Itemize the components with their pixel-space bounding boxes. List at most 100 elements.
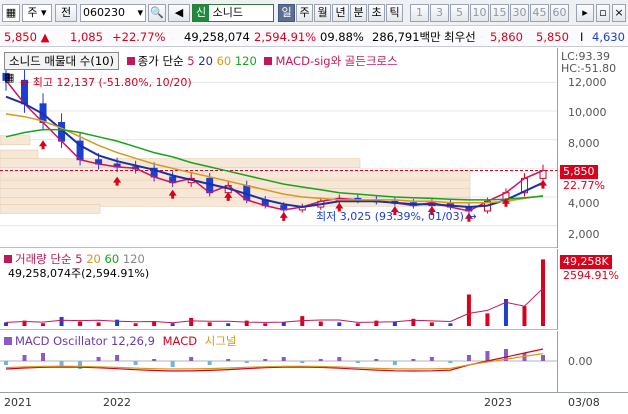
- vol-ma120-label: 120: [122, 252, 145, 266]
- period-button-0[interactable]: 일: [278, 4, 295, 22]
- volume-percent: 2,594.91%: [254, 30, 317, 44]
- macd-osc-bar: [485, 351, 490, 361]
- volume-readout: 49,258,074주(2,594.91%): [8, 267, 150, 280]
- macd-osc-bar: [207, 361, 212, 365]
- minute-button-1[interactable]: 1: [410, 4, 429, 22]
- macd-osc-bar: [300, 361, 305, 363]
- minute-button-3[interactable]: 3: [430, 4, 449, 22]
- buy-signal-marker: [539, 179, 547, 189]
- period-button-2[interactable]: 월: [314, 4, 331, 22]
- volume-bar: [522, 306, 527, 326]
- volume-bar: [170, 323, 175, 326]
- speaker-icon[interactable]: ◀: [168, 4, 190, 22]
- x-label-date: 03/08: [568, 396, 600, 409]
- macd-osc-bar: [189, 357, 194, 361]
- y-tick-10000: 10,000: [568, 106, 607, 119]
- macd-panel[interactable]: MACD Oscillator 12,26,9 MACD 시그널: [0, 331, 557, 392]
- vol-ma5-label: 5: [75, 252, 83, 266]
- trading-amount: 286,791백만: [372, 30, 441, 44]
- macd-osc-bar: [318, 359, 323, 361]
- volume-panel[interactable]: 거래량 단순 5 20 60 120 49,258,074주(2,594.91%…: [0, 249, 557, 330]
- search-icon[interactable]: 🔍: [148, 4, 166, 22]
- ma60-label: 60: [216, 54, 232, 68]
- macd-osc-bar: [466, 355, 471, 361]
- best-quote-label: 최우선: [444, 30, 476, 44]
- buy-signal-marker: [279, 211, 288, 221]
- macd-osc-bar: [281, 357, 286, 361]
- volume-bar: [96, 322, 101, 326]
- minute-button-15[interactable]: 15: [490, 4, 509, 22]
- macd-osc-bar: [41, 353, 46, 361]
- volume-axis: 49,258K 2594.91%: [557, 249, 628, 330]
- period-button-5[interactable]: 초: [368, 4, 385, 22]
- hc-label: HC:-51.80: [561, 62, 617, 75]
- x-label-2021: 2021: [4, 396, 32, 409]
- macd-zero-tick: 0.00: [568, 355, 593, 368]
- y-tick-12000: 12,000: [568, 76, 607, 89]
- volume-profile-bar: [0, 149, 39, 160]
- menu-icon[interactable]: ▸: [576, 4, 594, 22]
- minute-button-45[interactable]: 45: [530, 4, 549, 22]
- macd-axis: 0.00: [557, 331, 628, 392]
- period-button-1[interactable]: 주: [296, 4, 313, 22]
- turnover-percent: 09.88%: [320, 30, 364, 44]
- macd-osc-bar: [392, 361, 397, 365]
- high-annotation-text: 최고 12,137 (-51.80%, 10/20): [32, 76, 192, 89]
- period-button-3[interactable]: 년: [332, 4, 349, 22]
- volume-bar: [207, 322, 212, 326]
- new-badge: 신: [193, 5, 210, 21]
- period-button-6[interactable]: 틱: [386, 4, 403, 22]
- macd-osc-bar: [244, 361, 249, 363]
- calendar-icon[interactable]: ▦: [4, 71, 14, 84]
- vol-ma20-label: 20: [86, 252, 101, 266]
- toolbar: ▦ 주 ▾ 전 060230 ▾ 🔍 ◀ 신 소니드 일주월년분초틱 1 3 5 10 1…: [0, 0, 628, 26]
- current-price: 5,850 ▲: [4, 29, 49, 45]
- volume-bar: [355, 323, 360, 326]
- stock-name-field[interactable]: 신 소니드: [192, 4, 274, 22]
- minute-button-60[interactable]: 60: [550, 4, 569, 22]
- macd-osc-bar: [22, 355, 27, 361]
- lot-value: 4,630: [592, 30, 625, 44]
- volume-bar: [281, 322, 286, 326]
- close-icon[interactable]: ×: [612, 4, 626, 22]
- volume-bar: [152, 321, 157, 326]
- price-value: 5,850: [4, 30, 37, 44]
- dropdown-icon[interactable]: ▾: [137, 5, 143, 21]
- minute-button-5[interactable]: 5: [450, 4, 469, 22]
- volume-profile-bar: [0, 204, 101, 214]
- minute-button-30[interactable]: 30: [510, 4, 529, 22]
- macd-osc-bar: [429, 357, 434, 361]
- volume-profile-bar: [0, 158, 361, 168]
- y-tick-2000: 2,000: [568, 228, 600, 241]
- macd-line-label: MACD: [162, 334, 198, 348]
- grid-icon[interactable]: ▦: [2, 4, 20, 22]
- price-axis: LC:93.39 HC:-51.80 12,000 10,000 8,000 5…: [557, 48, 628, 248]
- price-legend: 소니드 매물대 수(10) 종가 단순 5 20 60 120 MACD-sig…: [4, 52, 398, 70]
- stock-code-input[interactable]: 060230 ▾: [80, 4, 146, 22]
- macd-sig-swatch: [264, 57, 273, 65]
- volume-bar: [4, 322, 8, 326]
- macd-osc-bar: [541, 355, 545, 361]
- y-tick-8000: 8,000: [568, 137, 600, 150]
- chart-title: 소니드 매물대 수(10): [4, 52, 119, 70]
- market-select[interactable]: 주 ▾: [22, 4, 52, 22]
- price-panel[interactable]: 소니드 매물대 수(10) 종가 단순 5 20 60 120 MACD-sig…: [0, 48, 557, 248]
- vol-ma60-label: 60: [104, 252, 120, 266]
- minute-button-10[interactable]: 10: [470, 4, 489, 22]
- volume-ma-line: [5, 287, 544, 324]
- bid-price: 5,850: [536, 30, 569, 44]
- volume-profile-bar: [0, 169, 471, 180]
- macd-osc-bar: [4, 361, 8, 365]
- macd-osc-bar: [448, 361, 453, 363]
- window-icon[interactable]: ▫: [596, 4, 610, 22]
- volume-bar: [318, 321, 323, 326]
- volume-pct-tag: 2594.91%: [563, 269, 619, 282]
- volume-legend: 거래량 단순 5 20 60 120: [4, 251, 145, 266]
- y-tick-4000: 4,000: [568, 197, 600, 210]
- stock-code-value: 060230: [83, 6, 125, 19]
- ma120-label: 120: [234, 54, 257, 68]
- market-type-button[interactable]: 전: [55, 4, 77, 22]
- period-button-4[interactable]: 분: [350, 4, 367, 22]
- volume-bar: [133, 323, 138, 326]
- volume-bar: [429, 322, 434, 326]
